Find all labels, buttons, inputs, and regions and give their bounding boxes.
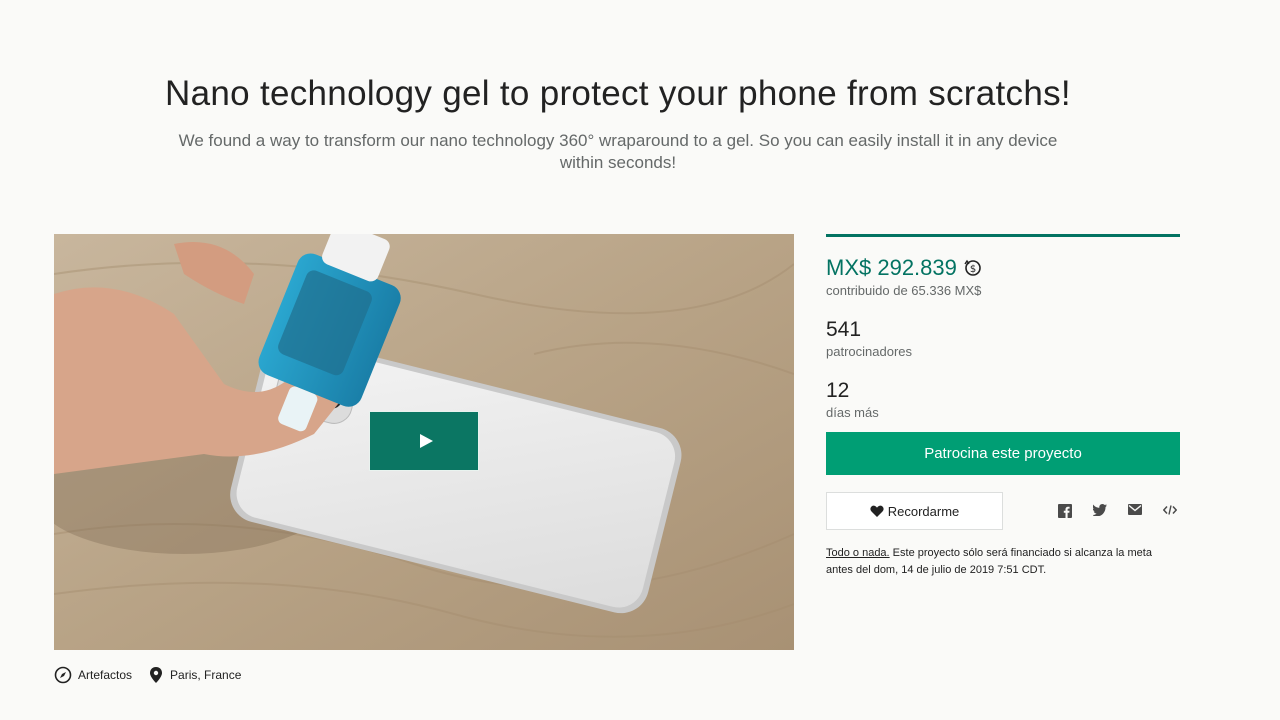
project-blurb: We found a way to transform our nano tec…	[178, 131, 1058, 172]
embed-icon[interactable]	[1163, 504, 1177, 518]
pledged-value: MX$ 292.839	[826, 255, 957, 280]
backers-label: patrocinadores	[826, 344, 912, 359]
days-stat: 12 días más	[826, 379, 1180, 420]
facebook-icon[interactable]	[1058, 504, 1072, 518]
location-label: Paris, France	[170, 668, 242, 682]
progress-bar	[826, 234, 1180, 237]
play-button[interactable]	[369, 411, 479, 471]
svg-text:$: $	[970, 264, 976, 275]
days-label: días más	[826, 405, 879, 420]
funding-panel: MX$ 292.839 $ contribuido de 65.336 MX$ …	[826, 234, 1180, 576]
project-title: Nano technology gel to protect your phon…	[165, 74, 1071, 113]
location-link[interactable]: Paris, France	[148, 666, 241, 684]
category-link[interactable]: Artefactos	[54, 666, 132, 684]
project-page: Nano technology gel to protect your phon…	[0, 0, 1280, 720]
email-icon[interactable]	[1128, 504, 1142, 518]
remind-me-label: Recordarme	[887, 503, 960, 519]
project-meta: Artefactos Paris, France	[54, 665, 257, 685]
pledged-amount: MX$ 292.839 $	[826, 255, 1180, 281]
compass-icon	[54, 666, 72, 684]
currency-convert-icon[interactable]: $	[963, 258, 983, 278]
category-label: Artefactos	[78, 668, 133, 682]
all-or-nothing-link[interactable]: Todo o nada.	[826, 547, 890, 559]
back-project-button[interactable]: Patrocina este proyecto	[826, 432, 1180, 475]
play-icon	[419, 434, 433, 448]
days-count: 12	[826, 379, 850, 402]
twitter-icon[interactable]	[1093, 504, 1107, 518]
location-pin-icon	[148, 666, 164, 684]
backers-count: 541	[826, 318, 862, 341]
backers-stat: 541 patrocinadores	[826, 318, 1180, 359]
funding-note: Todo o nada. Este proyecto sólo será fin…	[826, 545, 1180, 579]
remind-me-button[interactable]: Recordarme	[826, 492, 1003, 530]
share-icons	[1058, 504, 1198, 518]
heart-icon	[870, 505, 884, 518]
pledged-label: contribuido de 65.336 MX$	[826, 283, 982, 298]
project-video[interactable]	[54, 234, 794, 650]
